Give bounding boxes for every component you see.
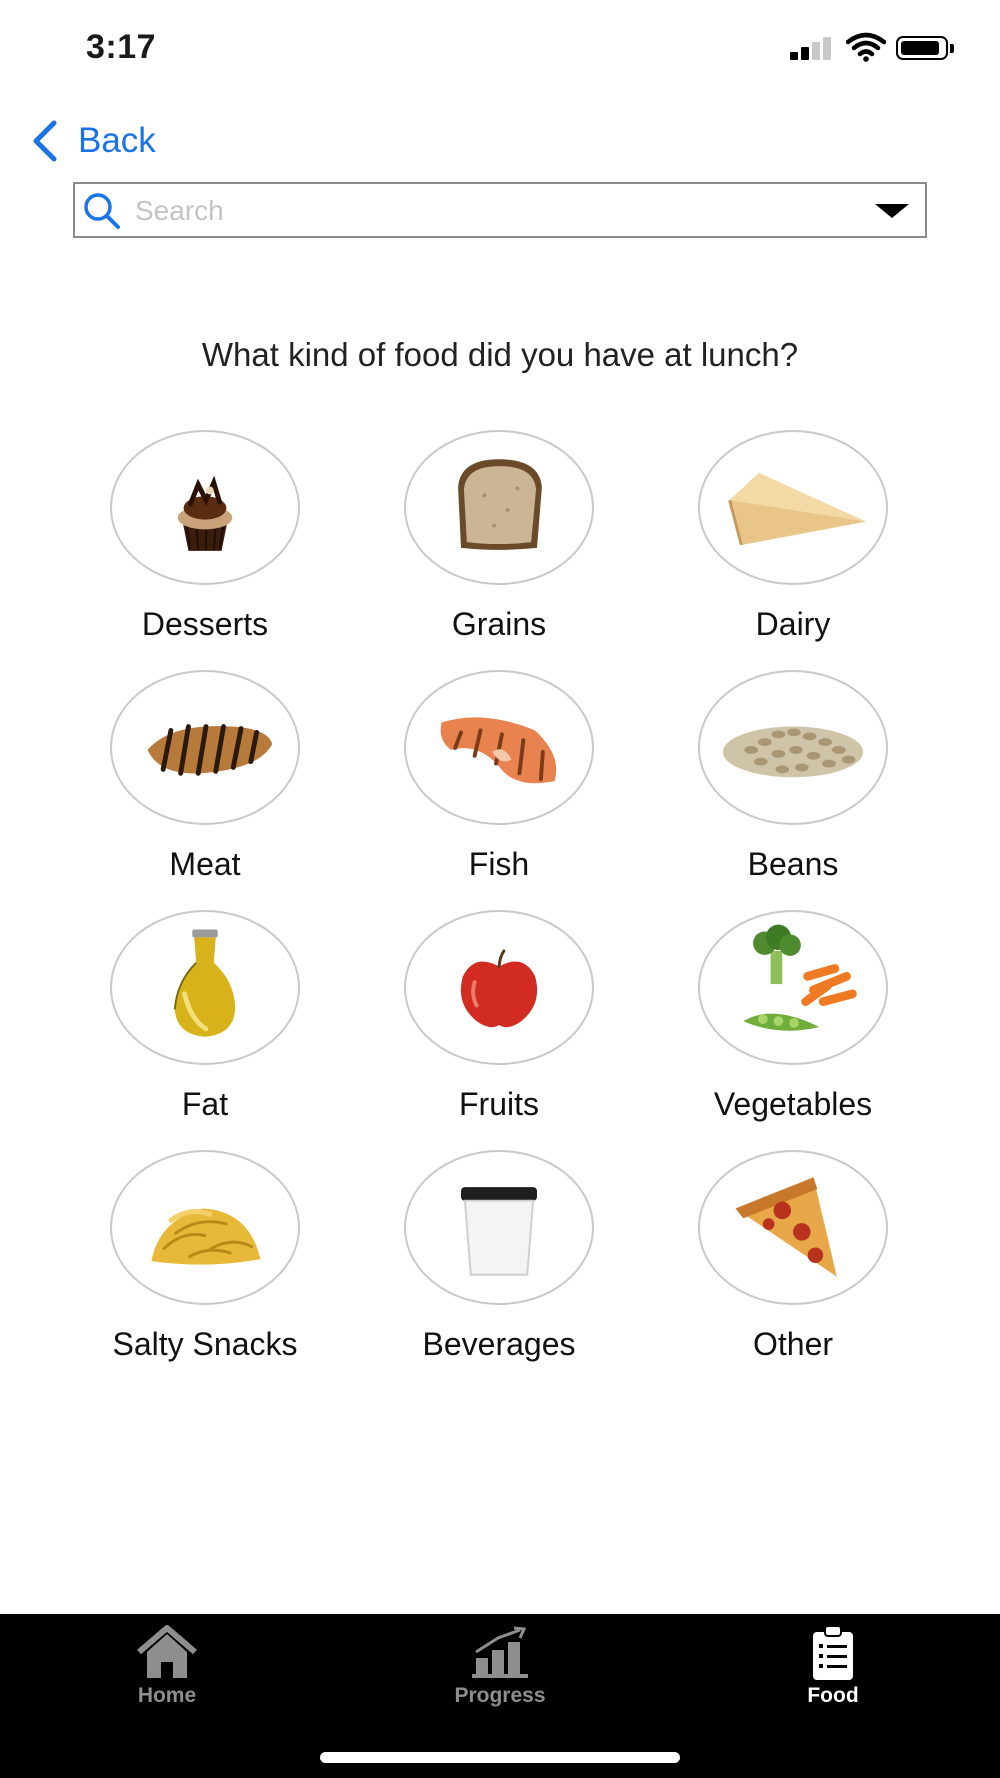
category-label: Other xyxy=(752,1326,834,1362)
wifi-icon xyxy=(846,32,886,62)
category-image xyxy=(110,910,300,1065)
category-image xyxy=(698,430,888,585)
tab-label: Progress xyxy=(454,1684,546,1707)
category-image xyxy=(698,1150,888,1305)
search-bar[interactable] xyxy=(73,182,927,238)
category-beverages[interactable]: Beverages xyxy=(354,1150,634,1385)
category-label: Fruits xyxy=(459,1086,539,1122)
search-input[interactable] xyxy=(135,190,835,232)
category-image xyxy=(404,430,594,585)
clipboard-icon xyxy=(813,1625,853,1680)
tab-bar: Home Progress Food xyxy=(0,1614,1000,1778)
home-indicator xyxy=(320,1752,680,1763)
category-label: Fish xyxy=(468,846,530,882)
house-icon xyxy=(137,1625,197,1678)
coffee-cup-icon xyxy=(461,1187,537,1276)
category-fruits[interactable]: Fruits xyxy=(354,910,634,1145)
tab-label: Food xyxy=(807,1684,859,1707)
status-time: 3:17 xyxy=(86,28,157,66)
cupcake-icon xyxy=(177,475,233,551)
question-prompt: What kind of food did you have at lunch? xyxy=(201,336,799,373)
category-label: Desserts xyxy=(141,606,269,642)
category-label: Dairy xyxy=(755,606,831,642)
beans-icon xyxy=(722,726,864,778)
category-label: Meat xyxy=(169,846,241,882)
back-label: Back xyxy=(78,121,156,160)
salmon-steak-icon xyxy=(440,717,557,784)
battery-icon xyxy=(896,36,948,60)
category-salty-snacks[interactable]: Salty Snacks xyxy=(60,1150,340,1385)
chips-icon xyxy=(151,1208,261,1265)
chart-icon xyxy=(472,1626,528,1678)
tab-home[interactable]: Home xyxy=(67,1624,267,1724)
category-image xyxy=(698,910,888,1065)
chevron-left-icon xyxy=(33,120,57,162)
dropdown-caret-icon[interactable] xyxy=(875,204,909,218)
cheese-icon xyxy=(728,472,867,546)
tab-progress[interactable]: Progress xyxy=(400,1624,600,1724)
apple-icon xyxy=(460,949,538,1028)
category-label: Vegetables xyxy=(713,1086,873,1122)
tab-label: Home xyxy=(137,1684,197,1707)
category-beans[interactable]: Beans xyxy=(648,670,928,905)
category-label: Fat xyxy=(181,1086,229,1122)
grilled-chicken-icon xyxy=(147,724,273,776)
category-vegetables[interactable]: Vegetables xyxy=(648,910,928,1145)
pizza-slice-icon xyxy=(735,1177,837,1277)
category-label: Beverages xyxy=(422,1326,576,1362)
cellular-signal-icon xyxy=(790,36,834,60)
category-fish[interactable]: Fish xyxy=(354,670,634,905)
search-icon xyxy=(84,193,120,229)
category-meat[interactable]: Meat xyxy=(60,670,340,905)
category-other[interactable]: Other xyxy=(648,1150,928,1385)
bread-icon xyxy=(458,459,542,550)
category-grains[interactable]: Grains xyxy=(354,430,634,665)
category-image xyxy=(110,1150,300,1305)
vegetables-icon xyxy=(743,924,857,1031)
category-label: Grains xyxy=(451,606,547,642)
category-label: Salty Snacks xyxy=(112,1326,298,1362)
category-image xyxy=(404,670,594,825)
category-image xyxy=(698,670,888,825)
category-label: Beans xyxy=(747,846,839,882)
back-button[interactable]: Back xyxy=(28,116,156,166)
tab-food[interactable]: Food xyxy=(733,1624,933,1724)
category-desserts[interactable]: Desserts xyxy=(60,430,340,665)
category-fat[interactable]: Fat xyxy=(60,910,340,1145)
battery-tip xyxy=(950,44,954,53)
category-dairy[interactable]: Dairy xyxy=(648,430,928,665)
category-image xyxy=(404,910,594,1065)
category-image xyxy=(404,1150,594,1305)
category-image xyxy=(110,430,300,585)
category-image xyxy=(110,670,300,825)
oil-bottle-icon xyxy=(173,929,236,1037)
